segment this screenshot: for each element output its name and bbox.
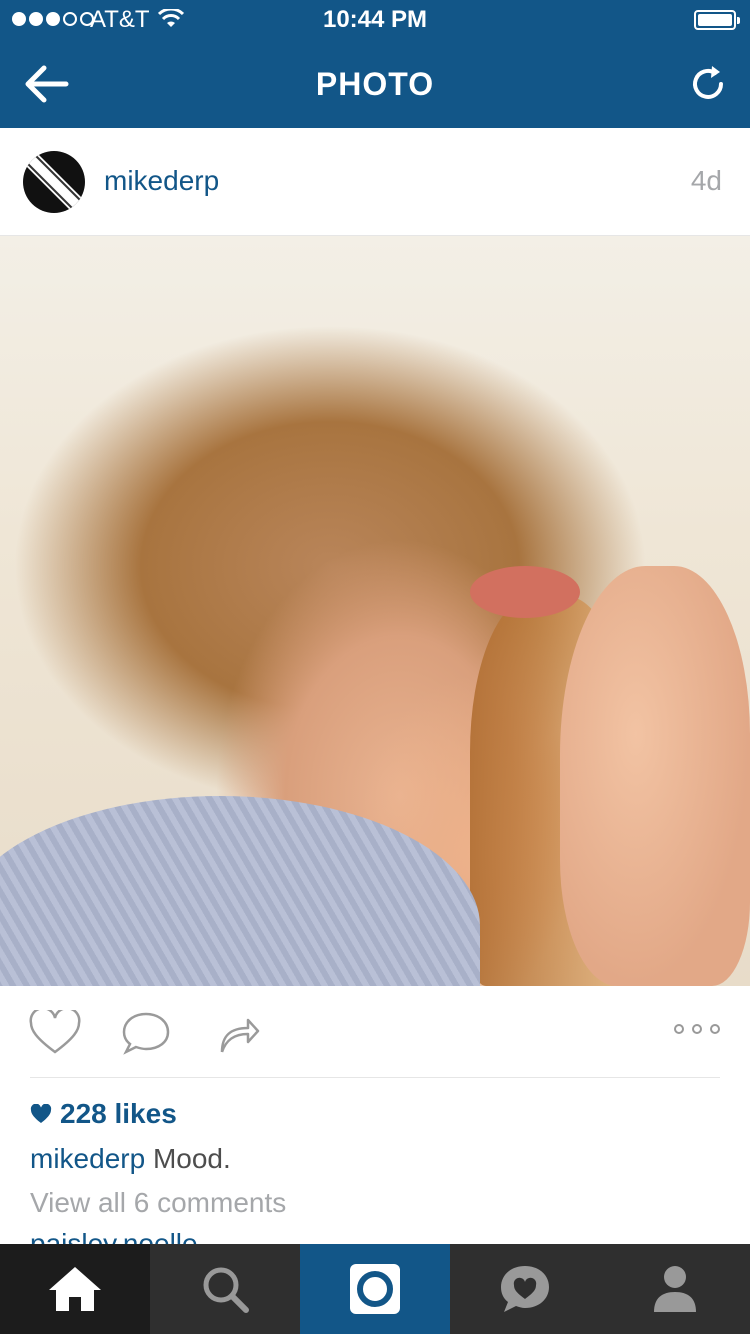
- clock: 10:44 PM: [322, 6, 428, 33]
- tab-bar: [0, 1244, 750, 1334]
- refresh-icon[interactable]: [688, 64, 728, 104]
- navigation-bar: PHOTO: [0, 40, 750, 128]
- status-bar: AT&T 10:44 PM: [0, 0, 750, 40]
- photo-sweater: [0, 796, 480, 986]
- tab-camera[interactable]: [300, 1244, 450, 1334]
- more-dots-icon[interactable]: [674, 1024, 720, 1034]
- page-title: PHOTO: [315, 66, 435, 102]
- likes-count[interactable]: 228 likes: [30, 1098, 177, 1130]
- tab-activity[interactable]: [450, 1244, 600, 1334]
- divider: [30, 1077, 720, 1078]
- view-all-comments-link[interactable]: View all 6 comments: [30, 1187, 286, 1219]
- camera-icon: [350, 1264, 400, 1314]
- heart-outline-icon[interactable]: [28, 1010, 82, 1056]
- tab-home[interactable]: [0, 1244, 150, 1334]
- tab-search[interactable]: [150, 1244, 300, 1334]
- caption-text: Mood.: [152, 1143, 231, 1174]
- activity-icon: [501, 1266, 549, 1312]
- caption-username[interactable]: mikederp: [30, 1143, 145, 1174]
- comment-icon[interactable]: [120, 1010, 172, 1056]
- post-photo[interactable]: [0, 236, 750, 986]
- share-arrow-icon[interactable]: [216, 1010, 262, 1056]
- likes-text: 228 likes: [60, 1098, 177, 1129]
- photo-hand: [560, 566, 750, 986]
- post-username[interactable]: mikederp: [104, 165, 219, 197]
- photo-lips: [470, 566, 580, 618]
- tab-profile[interactable]: [600, 1244, 750, 1334]
- profile-icon: [654, 1266, 696, 1312]
- post-age: 4d: [690, 165, 722, 196]
- caption: mikederp Mood.: [30, 1143, 231, 1175]
- search-icon: [203, 1267, 249, 1313]
- post-header: mikederp 4d: [0, 128, 750, 236]
- home-icon: [49, 1267, 101, 1311]
- heart-filled-icon: [30, 1104, 52, 1123]
- avatar[interactable]: [22, 150, 86, 214]
- battery-icon: [694, 10, 740, 30]
- post-actions: [0, 986, 750, 1078]
